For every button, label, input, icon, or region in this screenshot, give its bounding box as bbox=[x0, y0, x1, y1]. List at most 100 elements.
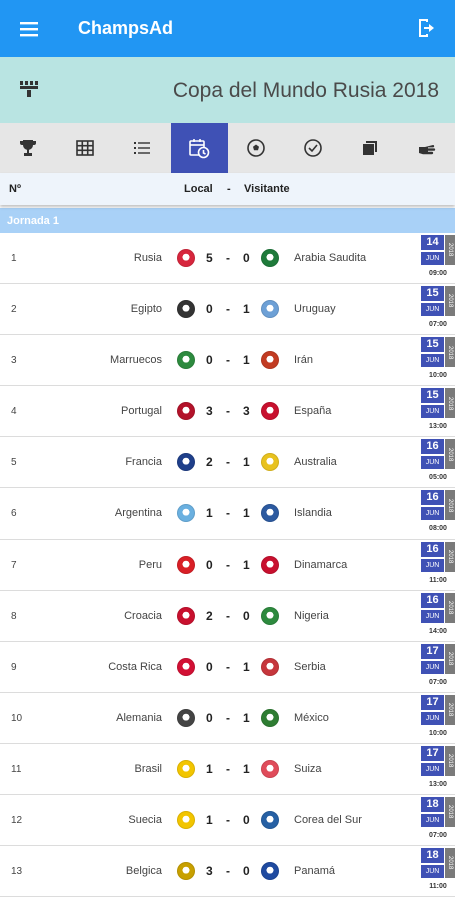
home-flag-icon bbox=[177, 811, 195, 830]
match-date: 17 JUN 2018 13:00 bbox=[421, 744, 455, 795]
logout-icon[interactable] bbox=[415, 16, 439, 40]
away-team: España bbox=[294, 405, 332, 418]
column-number: Nº bbox=[9, 183, 21, 195]
tab-trophy[interactable] bbox=[0, 123, 57, 173]
match-time: 13:00 bbox=[429, 423, 447, 431]
hamburger-menu-icon bbox=[20, 21, 38, 36]
away-goals: 1 bbox=[243, 302, 250, 317]
app-title: ChampsAd bbox=[78, 18, 174, 38]
match-row[interactable]: 1 Rusia 5 - 0 Arabia Saudita 14 JUN 2018… bbox=[0, 233, 455, 285]
home-flag-icon bbox=[177, 708, 195, 727]
tab-table[interactable] bbox=[57, 123, 114, 173]
home-flag-icon bbox=[177, 606, 195, 625]
away-goals: 1 bbox=[243, 506, 250, 521]
menu-button[interactable] bbox=[0, 0, 60, 57]
score-separator: - bbox=[226, 813, 230, 828]
match-row[interactable]: 13 Belgica 3 - 0 Panamá 18 JUN 2018 11:0… bbox=[0, 846, 455, 898]
away-team: Irán bbox=[294, 354, 313, 367]
score-separator: - bbox=[226, 659, 230, 674]
match-date: 15 JUN 2018 07:00 bbox=[421, 284, 455, 335]
match-row[interactable]: 4 Portugal 3 - 3 España 15 JUN 2018 13:0… bbox=[0, 386, 455, 438]
match-row[interactable]: 11 Brasil 1 - 1 Suiza 17 JUN 2018 13:00 bbox=[0, 743, 455, 796]
match-number: 11 bbox=[11, 763, 22, 775]
match-year: 2018 bbox=[445, 490, 455, 521]
round-header: Jornada 1 bbox=[0, 208, 455, 233]
match-date: 16 JUN 2018 14:00 bbox=[421, 591, 455, 642]
match-time: 09:00 bbox=[429, 270, 447, 277]
column-visitor: Visitante bbox=[244, 183, 290, 195]
home-goals: 1 bbox=[206, 761, 213, 776]
tab-standings[interactable] bbox=[114, 123, 171, 173]
score-separator: - bbox=[226, 864, 230, 879]
home-flag-icon bbox=[177, 657, 195, 676]
home-flag-icon bbox=[177, 504, 195, 523]
score-separator: - bbox=[226, 353, 230, 368]
tab-results[interactable] bbox=[284, 123, 341, 173]
match-time: 05:00 bbox=[429, 474, 447, 482]
match-number: 6 bbox=[11, 508, 17, 520]
match-month: JUN bbox=[421, 354, 444, 368]
match-year: 2018 bbox=[445, 388, 455, 419]
match-number: 8 bbox=[11, 610, 17, 622]
match-year: 2018 bbox=[445, 745, 455, 776]
home-team: Belgica bbox=[125, 865, 162, 878]
match-day: 16 bbox=[421, 490, 444, 506]
match-row[interactable]: 12 Suecia 1 - 0 Corea del Sur 18 JUN 201… bbox=[0, 795, 455, 847]
score-separator: - bbox=[226, 761, 230, 776]
match-row[interactable]: 6 Argentina 1 - 1 Islandia 16 JUN 2018 0… bbox=[0, 488, 455, 540]
tab-predictions[interactable] bbox=[398, 123, 455, 173]
match-row[interactable]: 5 Francia 2 - 1 Australia 16 JUN 2018 05… bbox=[0, 437, 455, 489]
match-day: 15 bbox=[421, 337, 444, 353]
match-number: 4 bbox=[11, 406, 17, 418]
away-flag-icon bbox=[261, 708, 279, 727]
app-bar: ChampsAd bbox=[0, 0, 455, 57]
match-day: 15 bbox=[421, 388, 444, 404]
home-team: Alemania bbox=[116, 711, 162, 724]
away-team: México bbox=[294, 711, 329, 724]
home-flag-icon bbox=[177, 300, 195, 319]
match-row[interactable]: 2 Egipto 0 - 1 Uruguay 15 JUN 2018 07:00 bbox=[0, 284, 455, 336]
match-row[interactable]: 3 Marruecos 0 - 1 Irán 15 JUN 2018 10:00 bbox=[0, 335, 455, 387]
away-flag-icon bbox=[261, 504, 279, 523]
score-separator: - bbox=[226, 557, 230, 572]
tab-schedule[interactable] bbox=[170, 123, 228, 173]
column-separator: - bbox=[227, 183, 231, 195]
home-goals: 3 bbox=[206, 404, 213, 419]
home-team: Portugal bbox=[121, 405, 162, 418]
tab-copy[interactable] bbox=[341, 123, 398, 173]
away-goals: 1 bbox=[243, 557, 250, 572]
home-team: Rusia bbox=[133, 252, 162, 264]
match-number: 1 bbox=[11, 253, 17, 264]
away-flag-icon bbox=[261, 862, 279, 881]
away-flag-icon bbox=[261, 759, 279, 778]
match-row[interactable]: 8 Croacia 2 - 0 Nigeria 16 JUN 2018 14:0… bbox=[0, 590, 455, 642]
home-team: Croacia bbox=[124, 609, 162, 622]
match-month: JUN bbox=[421, 303, 444, 317]
section-tabs bbox=[0, 123, 455, 173]
match-month: JUN bbox=[421, 609, 444, 623]
match-day: 16 bbox=[421, 439, 444, 455]
copy-icon bbox=[362, 141, 377, 155]
away-flag-icon bbox=[261, 606, 279, 625]
match-row[interactable]: 10 Alemania 0 - 1 México 17 JUN 2018 10:… bbox=[0, 692, 455, 744]
tab-matches[interactable] bbox=[228, 123, 285, 173]
match-year: 2018 bbox=[445, 797, 455, 828]
home-flag-icon bbox=[177, 555, 195, 574]
home-goals: 0 bbox=[206, 710, 213, 725]
match-month: JUN bbox=[421, 711, 444, 725]
away-goals: 0 bbox=[243, 813, 250, 828]
away-team: Islandia bbox=[294, 507, 332, 520]
match-row[interactable]: 7 Peru 0 - 1 Dinamarca 16 JUN 2018 11:00 bbox=[0, 539, 455, 591]
away-team: Dinamarca bbox=[294, 558, 348, 571]
away-flag-icon bbox=[261, 402, 279, 421]
away-flag-icon bbox=[261, 453, 279, 472]
match-number: 13 bbox=[11, 866, 23, 878]
away-goals: 0 bbox=[243, 251, 250, 265]
match-date: 16 JUN 2018 08:00 bbox=[421, 488, 455, 539]
away-goals: 0 bbox=[243, 864, 250, 879]
match-day: 16 bbox=[421, 541, 444, 557]
score-separator: - bbox=[226, 455, 230, 470]
match-month: JUN bbox=[421, 762, 444, 776]
home-flag-icon bbox=[177, 402, 195, 421]
match-row[interactable]: 9 Costa Rica 0 - 1 Serbia 17 JUN 2018 07… bbox=[0, 641, 455, 693]
